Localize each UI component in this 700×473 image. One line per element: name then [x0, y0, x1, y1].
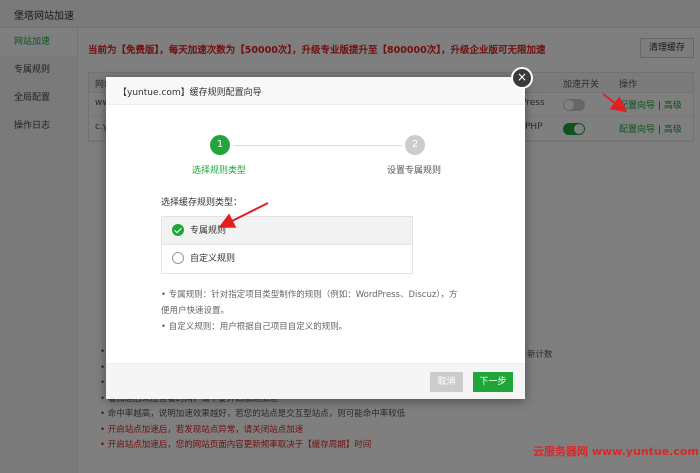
step-2-label: 设置专属规则: [387, 166, 442, 176]
dialog-footer: 取消 下一步: [106, 363, 525, 399]
option-custom-rule[interactable]: 自定义规则: [162, 245, 412, 273]
rule-type-options: 专属规则 自定义规则: [161, 216, 413, 274]
step-2-indicator: 2: [405, 135, 425, 155]
option-label: 专属规则: [190, 226, 227, 236]
step-connector: [234, 145, 402, 146]
watermark: 云服务器网 www.yuntue.com: [533, 445, 699, 458]
cache-rule-wizard-dialog: 【yuntue.com】缓存规则配置向导 1 2 选择规则类型 设置专属规则 选…: [106, 77, 525, 399]
step-1-label: 选择规则类型: [192, 166, 247, 176]
cancel-button[interactable]: 取消: [430, 372, 463, 392]
option-dedicated-rule[interactable]: 专属规则: [162, 217, 412, 245]
desc-custom: 自定义规则：用户根据自己项目自定义的规则。: [161, 319, 461, 335]
option-label: 自定义规则: [190, 254, 236, 264]
wizard-steps: 1 2 选择规则类型 设置专属规则: [106, 135, 525, 185]
step-1-indicator: 1: [210, 135, 230, 155]
rule-type-heading: 选择缓存规则类型：: [161, 198, 243, 208]
dialog-title: 【yuntue.com】缓存规则配置向导: [106, 77, 525, 105]
rule-descriptions: 专属规则：针对指定项目类型制作的规则（例如：WordPress、Discuz），…: [161, 287, 461, 335]
desc-dedicated: 专属规则：针对指定项目类型制作的规则（例如：WordPress、Discuz），…: [161, 287, 461, 319]
radio-icon: [172, 251, 184, 264]
close-icon[interactable]: ×: [511, 67, 533, 89]
check-icon: [172, 223, 184, 236]
next-step-button[interactable]: 下一步: [473, 372, 513, 392]
